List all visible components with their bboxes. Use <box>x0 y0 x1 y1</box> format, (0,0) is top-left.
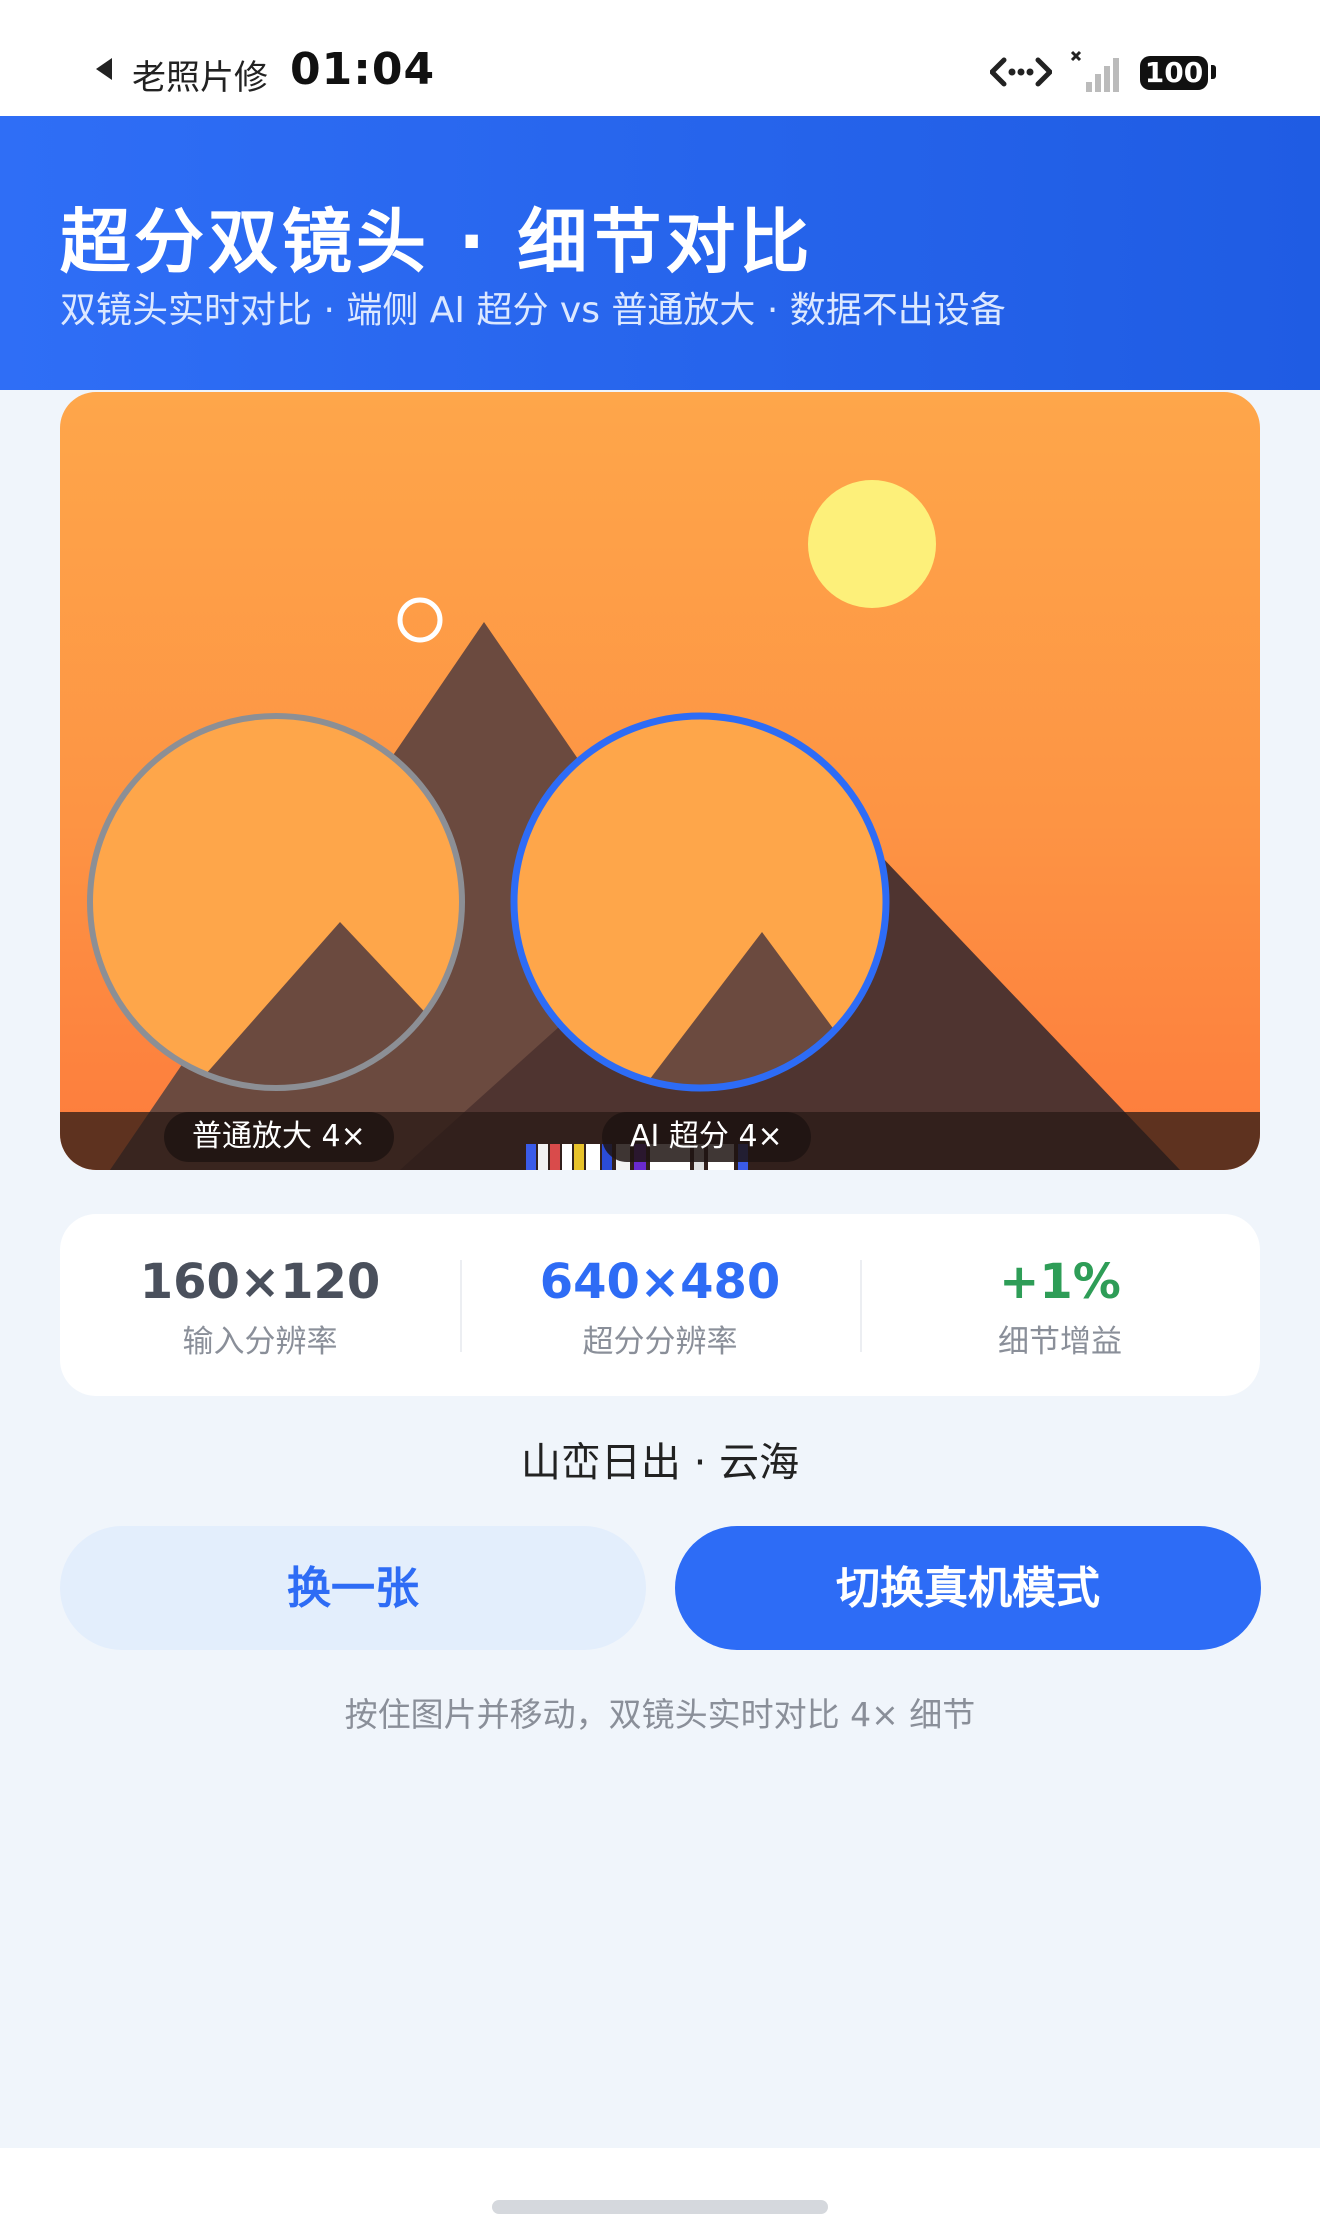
battery-tip <box>1211 65 1216 79</box>
cursor-ring <box>397 597 443 643</box>
stat-label: 超分分辨率 <box>582 1324 738 1360</box>
status-bar: 老照片修 01:04 100 <box>0 0 1320 116</box>
comparison-preview[interactable]: 普通放大 4× AI 超分 4× <box>60 392 1260 1170</box>
status-time: 01:04 <box>290 44 436 95</box>
stat-output-resolution: 640×480 超分分辨率 <box>460 1254 860 1361</box>
stat-label: 细节增益 <box>998 1324 1122 1360</box>
stat-value: 640×480 <box>539 1254 781 1310</box>
lens-normal-label: 普通放大 4× <box>164 1112 394 1162</box>
header-banner: 超分双镜头 · 细节对比 双镜头实时对比 · 端侧 AI 超分 vs 普通放大 … <box>0 116 1320 390</box>
page-title: 超分双镜头 · 细节对比 <box>60 201 814 283</box>
back-app-label[interactable]: 老照片修 <box>132 50 268 99</box>
battery-icon: 100 <box>1140 56 1208 90</box>
page-subtitle: 双镜头实时对比 · 端侧 AI 超分 vs 普通放大 · 数据不出设备 <box>60 290 1006 331</box>
switch-mode-button[interactable]: 切换真机模式 <box>675 1526 1261 1650</box>
sun-shape <box>808 480 936 608</box>
back-triangle-icon[interactable] <box>96 58 112 80</box>
bottom-bar <box>0 2148 1320 2232</box>
change-image-button[interactable]: 换一张 <box>60 1526 646 1650</box>
stat-value: 160×120 <box>139 1254 381 1310</box>
stat-label: 输入分辨率 <box>182 1324 338 1360</box>
stat-value: +1% <box>999 1254 1121 1310</box>
image-caption: 山峦日出 · 云海 <box>520 1440 800 1486</box>
home-indicator[interactable] <box>492 2200 828 2214</box>
usage-hint: 按住图片并移动，双镜头实时对比 4× 细节 <box>344 1695 976 1734</box>
signal-icon <box>1070 50 1119 92</box>
stat-input-resolution: 160×120 输入分辨率 <box>60 1254 460 1361</box>
scene-illustration <box>60 480 1260 1170</box>
lens-ai-label: AI 超分 4× <box>602 1112 811 1162</box>
link-icon <box>990 57 1052 87</box>
stats-card: 160×120 输入分辨率 640×480 超分分辨率 +1% 细节增益 <box>60 1214 1260 1396</box>
stat-detail-gain: +1% 细节增益 <box>860 1254 1260 1361</box>
